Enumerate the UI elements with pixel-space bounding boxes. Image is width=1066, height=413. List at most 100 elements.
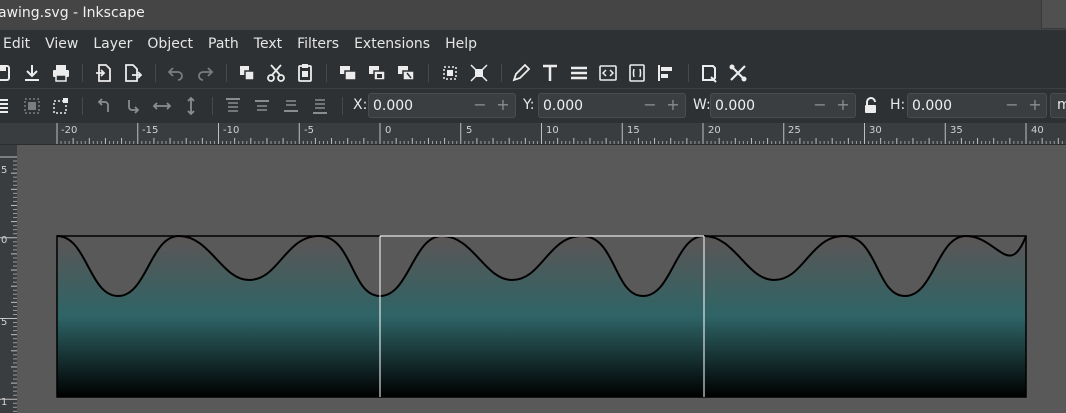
clone-icon[interactable] xyxy=(366,62,388,84)
deselect-icon[interactable] xyxy=(50,95,72,117)
import-icon[interactable] xyxy=(21,62,43,84)
w-label: W: xyxy=(693,97,711,113)
align-distribute-icon[interactable] xyxy=(655,62,677,84)
drawing-artwork xyxy=(56,234,1027,398)
print-icon[interactable] xyxy=(50,62,72,84)
save-icon[interactable] xyxy=(0,62,14,84)
lower-to-bottom-icon[interactable] xyxy=(309,95,331,117)
ruler-label: 20 xyxy=(708,125,721,136)
w-decrement-button[interactable]: − xyxy=(809,94,831,117)
tool-controls-bar: X: − + Y: − + W: − + H: − + m xyxy=(0,88,1066,123)
import-document-icon[interactable] xyxy=(93,62,115,84)
y-input[interactable] xyxy=(543,97,633,115)
document-properties-icon[interactable] xyxy=(727,62,749,84)
w-increment-button[interactable]: + xyxy=(832,94,854,117)
ruler-label: 10 xyxy=(546,125,559,136)
ruler-label: 1 xyxy=(1,397,8,408)
menu-edit[interactable]: Edit xyxy=(3,36,30,52)
separator xyxy=(688,64,689,82)
vertical-ruler[interactable]: 5 0 5 1 xyxy=(0,145,17,413)
lock-icon[interactable] xyxy=(862,96,882,116)
menu-filters[interactable]: Filters xyxy=(297,36,339,52)
menu-help[interactable]: Help xyxy=(445,36,477,52)
h-label: H: xyxy=(890,97,906,113)
x-increment-button[interactable]: + xyxy=(492,94,514,117)
menu-extensions[interactable]: Extensions xyxy=(354,36,430,52)
ruler-label: 0 xyxy=(1,235,8,246)
cut-icon[interactable] xyxy=(265,62,287,84)
ruler-label: 5 xyxy=(1,165,8,176)
x-spinbox: − + xyxy=(368,93,516,118)
redo-icon[interactable] xyxy=(194,62,216,84)
separator xyxy=(82,64,83,82)
raise-icon[interactable] xyxy=(251,95,273,117)
fill-stroke-icon[interactable] xyxy=(510,62,532,84)
text-font-icon[interactable] xyxy=(539,62,561,84)
ruler-label: 30 xyxy=(869,125,882,136)
h-input[interactable] xyxy=(912,97,1002,115)
lower-icon[interactable] xyxy=(280,95,302,117)
undo-icon[interactable] xyxy=(165,62,187,84)
y-spinbox: − + xyxy=(538,93,686,118)
menu-object[interactable]: Object xyxy=(147,36,193,52)
horizontal-ruler-ticks xyxy=(56,123,1066,144)
y-increment-button[interactable]: + xyxy=(662,94,684,117)
layers-icon[interactable] xyxy=(568,62,590,84)
window-control-button[interactable] xyxy=(1041,0,1066,29)
group-icon[interactable] xyxy=(439,62,461,84)
horizontal-ruler[interactable]: -20 -15 -10 -5 0 5 10 15 20 25 30 35 40 xyxy=(0,123,1066,145)
ruler-label: 25 xyxy=(788,125,801,136)
separator xyxy=(501,64,502,82)
separator xyxy=(82,97,83,115)
menu-path[interactable]: Path xyxy=(208,36,239,52)
rotate-ccw-icon[interactable] xyxy=(93,95,115,117)
menu-bar: Edit View Layer Object Path Text Filters… xyxy=(0,30,1066,58)
copy-icon[interactable] xyxy=(236,62,258,84)
separator xyxy=(428,64,429,82)
rotate-cw-icon[interactable] xyxy=(122,95,144,117)
h-increment-button[interactable]: + xyxy=(1024,94,1046,117)
drawing-canvas[interactable] xyxy=(17,145,1066,413)
export-document-icon[interactable] xyxy=(122,62,144,84)
menu-layer[interactable]: Layer xyxy=(93,36,132,52)
w-input[interactable] xyxy=(715,97,805,115)
x-decrement-button[interactable]: − xyxy=(469,94,491,117)
ruler-label: 5 xyxy=(1,317,8,328)
duplicate-icon[interactable] xyxy=(337,62,359,84)
ruler-label: -10 xyxy=(223,125,240,136)
ruler-label: -20 xyxy=(61,125,78,136)
preferences-icon[interactable] xyxy=(698,62,720,84)
commands-bar xyxy=(0,58,1066,88)
vertical-ruler-ticks xyxy=(0,156,17,412)
unit-value: m xyxy=(1057,97,1066,113)
separator xyxy=(212,97,213,115)
select-all-icon[interactable] xyxy=(0,95,14,117)
ruler-label: -15 xyxy=(142,125,159,136)
window-title: awing.svg - Inkscape xyxy=(0,5,145,21)
title-bar: awing.svg - Inkscape xyxy=(0,0,1066,30)
separator xyxy=(342,97,343,115)
xml-editor-icon[interactable] xyxy=(597,62,619,84)
y-label: Y: xyxy=(523,97,535,113)
ruler-label: -5 xyxy=(304,125,314,136)
x-label: X: xyxy=(353,97,368,113)
wave-shape[interactable] xyxy=(57,236,1026,397)
paste-icon[interactable] xyxy=(294,62,316,84)
separator xyxy=(155,64,156,82)
ruler-label: 0 xyxy=(385,125,392,136)
ungroup-icon[interactable] xyxy=(468,62,490,84)
menu-text[interactable]: Text xyxy=(254,36,282,52)
unit-select[interactable]: m xyxy=(1050,93,1066,118)
object-properties-icon[interactable] xyxy=(626,62,648,84)
ruler-label: 15 xyxy=(627,125,640,136)
h-decrement-button[interactable]: − xyxy=(1001,94,1023,117)
flip-horizontal-icon[interactable] xyxy=(151,95,173,117)
unlink-clone-icon[interactable] xyxy=(395,62,417,84)
raise-to-top-icon[interactable] xyxy=(222,95,244,117)
select-all-layers-icon[interactable] xyxy=(21,95,43,117)
separator xyxy=(226,64,227,82)
menu-view[interactable]: View xyxy=(45,36,78,52)
flip-vertical-icon[interactable] xyxy=(180,95,202,117)
x-input[interactable] xyxy=(373,97,463,115)
y-decrement-button[interactable]: − xyxy=(639,94,661,117)
